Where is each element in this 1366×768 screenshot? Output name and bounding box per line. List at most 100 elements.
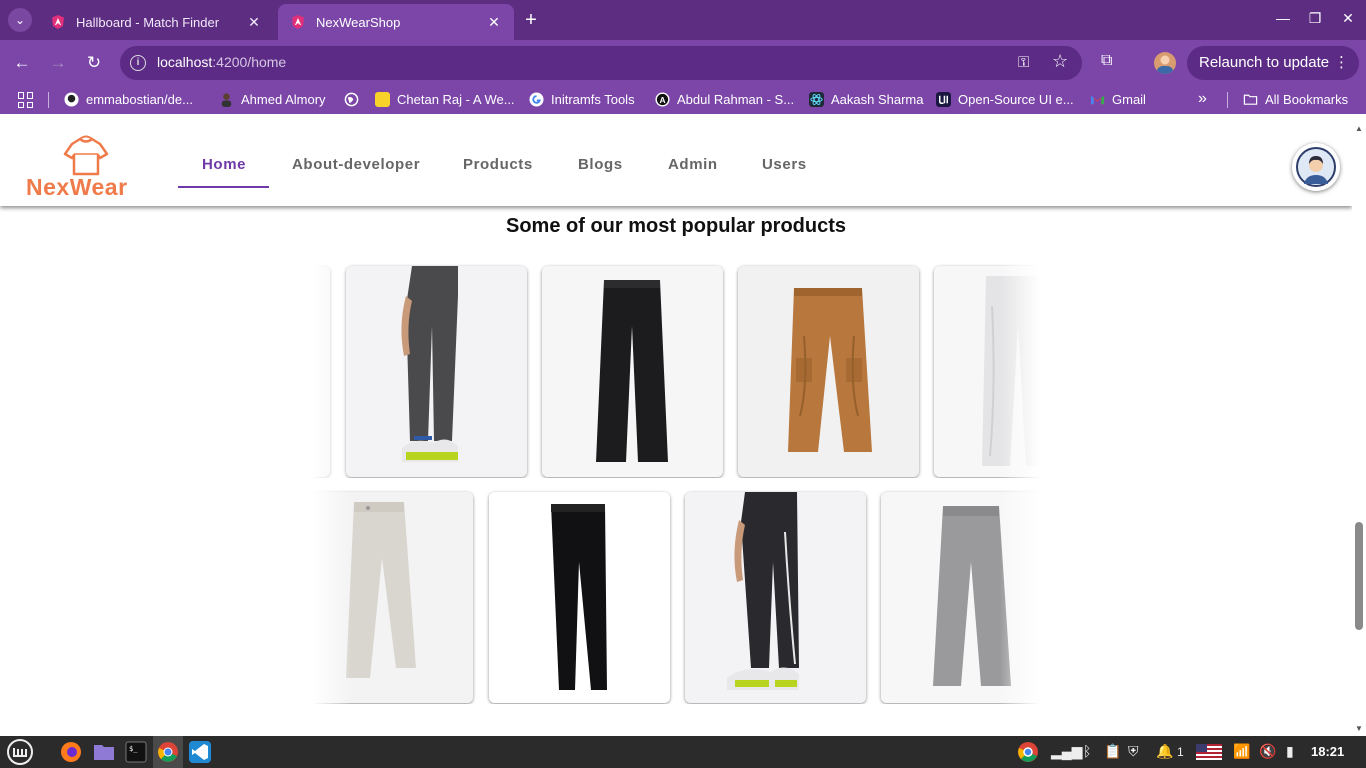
maximize-icon[interactable]: ❐ <box>1305 10 1325 27</box>
product-card[interactable] <box>685 492 866 703</box>
menu-dots-icon[interactable]: ⋮ <box>1334 53 1349 71</box>
back-icon[interactable]: ← <box>11 52 33 74</box>
shield-icon[interactable]: ⛨ <box>1128 743 1139 760</box>
battery-icon[interactable]: ▮ <box>1286 743 1294 760</box>
apps-grid-icon[interactable] <box>18 92 34 108</box>
bookmark-item[interactable]: Aakash Sharma <box>809 92 924 107</box>
volume-muted-icon[interactable]: 🔇 <box>1259 743 1276 760</box>
user-avatar-button[interactable] <box>1292 143 1340 191</box>
nav-users[interactable]: Users <box>762 156 807 173</box>
bookmark-item[interactable] <box>344 92 366 107</box>
tab-hallboard[interactable]: Hallboard - Match Finder ✕ <box>38 4 274 40</box>
new-tab-button[interactable]: + <box>520 9 542 31</box>
tab-search-dropdown-icon[interactable]: ⌄ <box>8 8 32 32</box>
url-text[interactable]: localhost:4200/home <box>157 54 286 70</box>
chrome-tray-icon[interactable] <box>1017 741 1039 763</box>
bluetooth-icon[interactable]: ᛒ <box>1083 743 1091 759</box>
notification-icon[interactable]: 🔔 <box>1156 743 1173 760</box>
bookmark-item[interactable]: Gmail <box>1090 92 1146 107</box>
scrollbar-thumb[interactable] <box>1355 522 1363 630</box>
bookmark-label: Chetan Raj - A We... <box>397 92 515 107</box>
bookmark-star-icon[interactable]: ☆ <box>1052 51 1068 72</box>
firefox-icon[interactable] <box>60 741 82 763</box>
site-info-icon[interactable]: i <box>130 55 146 71</box>
carousel-fade-left <box>312 262 352 478</box>
tab-title: NexWearShop <box>316 14 401 30</box>
nav-about-developer[interactable]: About-developer <box>292 156 420 173</box>
notification-count: 1 <box>1177 745 1184 759</box>
bookmark-item[interactable]: Ahmed Almory <box>219 92 326 107</box>
bookmark-label: emmabostian/de... <box>86 92 193 107</box>
logo-text: NexWear <box>26 174 128 200</box>
profile-avatar[interactable] <box>1154 52 1176 74</box>
url-host: localhost <box>157 54 213 70</box>
relaunch-label: Relaunch to update <box>1199 54 1330 71</box>
scroll-down-icon[interactable]: ▼ <box>1355 724 1363 733</box>
chrome-icon[interactable] <box>157 741 179 763</box>
svg-text:A: A <box>659 95 665 105</box>
divider <box>1227 92 1228 108</box>
product-card[interactable] <box>489 492 670 703</box>
google-icon <box>529 92 544 107</box>
password-key-icon[interactable]: ⚿ <box>1018 54 1029 71</box>
carousel-fade-right <box>1000 262 1040 478</box>
taskbar-clock[interactable]: 18:21 <box>1311 744 1344 759</box>
bookmark-label: Initramfs Tools <box>551 92 635 107</box>
product-carousel-row-2[interactable] <box>312 488 1040 704</box>
person-icon <box>1157 55 1173 74</box>
bookmark-item[interactable]: Open-Source UI e... <box>936 92 1074 107</box>
nav-active-indicator <box>178 186 269 188</box>
section-title: Some of our most popular products <box>505 215 846 237</box>
minimize-icon[interactable]: — <box>1273 10 1293 26</box>
tab-nexwearshop[interactable]: NexWearShop ✕ <box>278 4 514 40</box>
all-bookmarks-button[interactable]: All Bookmarks <box>1243 92 1348 107</box>
product-card[interactable] <box>346 266 527 477</box>
nav-home[interactable]: Home <box>202 156 246 173</box>
person-icon <box>221 93 232 107</box>
reload-icon[interactable]: ↻ <box>83 52 105 74</box>
tab-title: Hallboard - Match Finder <box>76 14 220 30</box>
screen: ⌄ Hallboard - Match Finder ✕ NexWearShop… <box>0 0 1366 768</box>
mint-menu-icon[interactable] <box>6 739 34 765</box>
bookmark-label: Aakash Sharma <box>831 92 924 107</box>
tan-cargo-pants-image <box>738 266 919 477</box>
nav-admin[interactable]: Admin <box>668 156 718 173</box>
extensions-icon[interactable]: ⧉ <box>1101 52 1112 70</box>
system-monitor-icon[interactable]: ▂▄▆ <box>1051 743 1082 760</box>
clipboard-icon[interactable]: 📋 <box>1104 743 1121 760</box>
bookmark-item[interactable]: Initramfs Tools <box>529 92 635 107</box>
product-carousel-row-1[interactable] <box>312 262 1040 478</box>
tab-close-icon[interactable]: ✕ <box>246 14 262 31</box>
wifi-icon[interactable]: 📶 <box>1233 743 1250 760</box>
close-window-icon[interactable]: ✕ <box>1338 10 1358 27</box>
react-icon <box>809 92 824 107</box>
bookmark-label: Ahmed Almory <box>241 92 326 107</box>
scroll-up-icon[interactable]: ▲ <box>1355 124 1363 133</box>
tab-close-icon[interactable]: ✕ <box>486 14 502 31</box>
us-flag-keyboard-icon[interactable] <box>1196 744 1222 760</box>
gmail-icon <box>1090 95 1105 105</box>
url-path: :4200/home <box>212 54 287 70</box>
nav-blogs[interactable]: Blogs <box>578 156 623 173</box>
github-icon <box>64 92 79 107</box>
grey-track-pants-image <box>346 266 527 477</box>
bookmark-item[interactable]: A Abdul Rahman - S... <box>655 92 794 107</box>
all-bookmarks-label: All Bookmarks <box>1265 92 1349 107</box>
product-card[interactable] <box>738 266 919 477</box>
forward-icon[interactable]: → <box>47 52 69 74</box>
bookmarks-overflow-icon[interactable]: » <box>1198 90 1207 108</box>
page-scrollbar[interactable] <box>1352 122 1366 736</box>
files-folder-icon[interactable] <box>93 741 115 763</box>
site-header: NexWear Home About-developer Products Bl… <box>0 122 1352 206</box>
bookmark-item[interactable]: Chetan Raj - A We... <box>375 92 515 107</box>
product-card[interactable] <box>542 266 723 477</box>
vscode-icon[interactable] <box>189 741 211 763</box>
terminal-icon[interactable]: $_ <box>125 741 147 763</box>
relaunch-button[interactable]: Relaunch to update ⋮ <box>1187 46 1359 80</box>
black-slim-pants-image <box>489 492 670 703</box>
nav-products[interactable]: Products <box>463 156 533 173</box>
bookmark-label: Abdul Rahman - S... <box>677 92 795 107</box>
address-bar[interactable]: i localhost:4200/home ⚿ ☆ <box>120 46 1082 80</box>
bookmark-item[interactable]: emmabostian/de... <box>64 92 193 107</box>
nexwear-logo[interactable]: NexWear <box>24 134 148 200</box>
